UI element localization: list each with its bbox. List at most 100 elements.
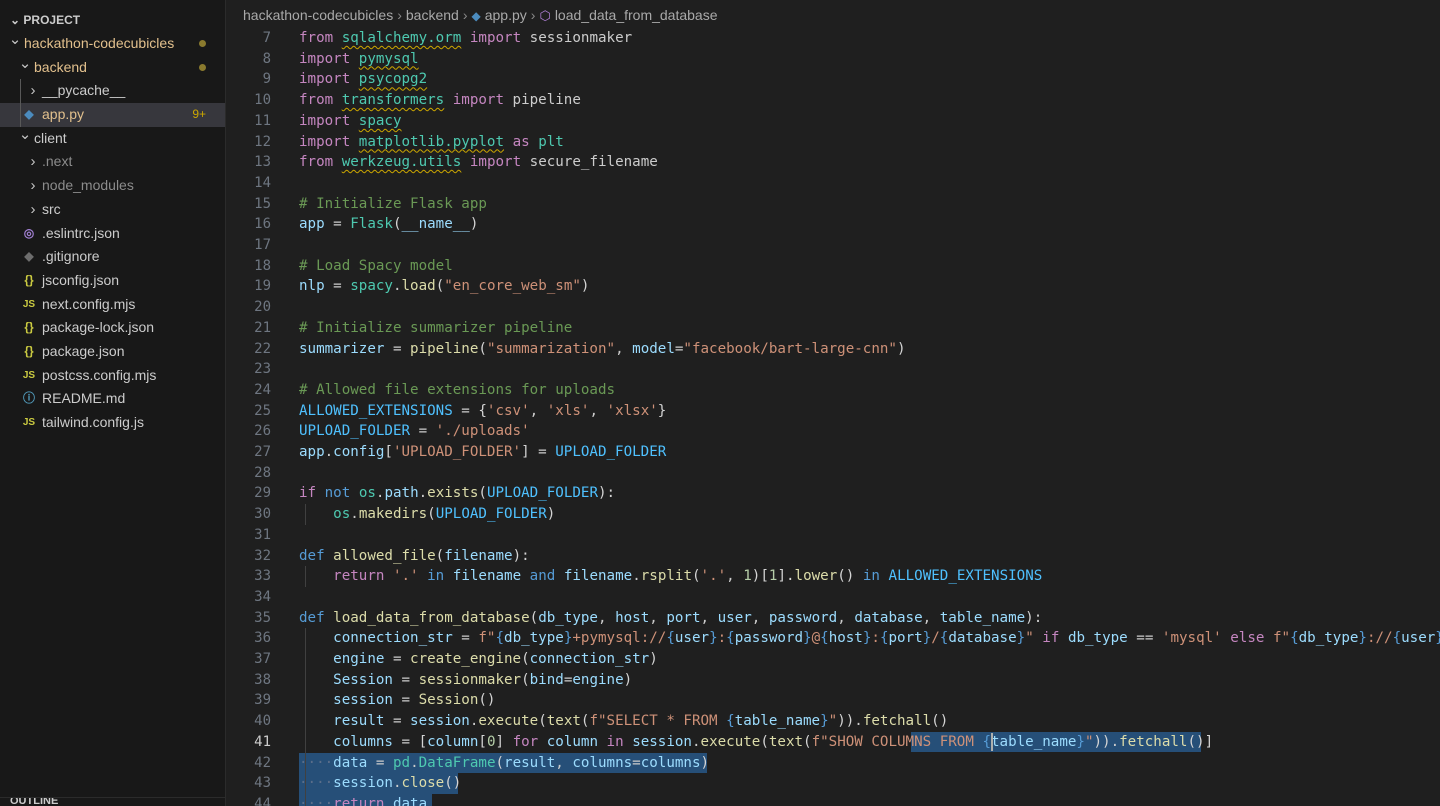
code-line[interactable]: 8 import pymysql (226, 49, 1440, 70)
tree-folder[interactable]: › node_modules (0, 174, 225, 198)
code-line[interactable]: 15 # Initialize Flask app (226, 194, 1440, 215)
code-line[interactable]: 39 session = Session() (226, 690, 1440, 711)
tree-folder[interactable]: ⌄ client (0, 126, 225, 151)
code-token: sessionmaker (418, 671, 522, 688)
code-area[interactable]: 7 from sqlalchemy.orm import sessionmaker… (226, 28, 1440, 806)
code-token: table_name (734, 713, 821, 730)
tree-folder[interactable]: › .next (0, 150, 225, 174)
outline-section-header[interactable]: OUTLINE (0, 797, 225, 806)
code-line[interactable]: 33 return '.' in filename and filename.r… (226, 566, 1440, 587)
breadcrumb-item-symbol[interactable]: ⬡ load_data_from_database (539, 0, 717, 31)
code-token: DataFrame (418, 754, 496, 771)
code-line[interactable]: 35 def load_data_from_database(db_type, h… (226, 608, 1440, 629)
code-line[interactable]: 14 (226, 173, 1440, 194)
code-line[interactable]: 12 import matplotlib.pyplot as plt (226, 132, 1440, 153)
code-token: password (734, 630, 804, 647)
chevron-right-icon: › (30, 177, 36, 195)
tree-file[interactable]: JS tailwind.config.js (0, 411, 225, 435)
code-line[interactable]: 30 os.makedirs(UPLOAD_FOLDER) (226, 504, 1440, 525)
code-line[interactable]: 26 UPLOAD_FOLDER = './uploads' (226, 421, 1440, 442)
code-token: = (384, 651, 411, 667)
code-line[interactable]: 13 from werkzeug.utils import secure_file… (226, 152, 1440, 173)
code-line[interactable]: 25 ALLOWED_EXTENSIONS = {'csv', 'xls', 'x… (226, 401, 1440, 422)
code-token: not (324, 485, 351, 502)
code-token: = (384, 713, 411, 730)
code-token: secure_filename (521, 154, 658, 171)
code-text: engine = create_engine(connection_str) (299, 649, 658, 670)
tree-file[interactable]: JS next.config.mjs (0, 293, 225, 317)
code-token: lower (794, 568, 838, 585)
code-line[interactable]: 27 app.config['UPLOAD_FOLDER'] = UPLOAD_F… (226, 442, 1440, 463)
line-number: 16 (254, 216, 271, 233)
code-text: # Allowed file extensions for uploads (299, 380, 615, 401)
code-line[interactable]: 31 (226, 525, 1440, 546)
code-token: user (1401, 630, 1436, 647)
code-line[interactable]: 16 app = Flask(__name__) (226, 214, 1440, 235)
code-line[interactable]: 32 def allowed_file(filename): (226, 546, 1440, 567)
tree-folder[interactable]: ⌄ backend (0, 55, 225, 80)
editor-pane[interactable]: hackathon-codecubicles › backend › ◆ app.py › ⬡… (226, 0, 1440, 806)
code-line[interactable]: 20 (226, 297, 1440, 318)
code-token: from (299, 154, 334, 171)
line-number: 22 (254, 340, 271, 357)
code-token: () (444, 775, 462, 792)
text-cursor (991, 733, 993, 752)
code-line[interactable]: 42 ····data = pd.DataFrame(result, column… (226, 753, 1440, 774)
code-token: fetchall (862, 713, 932, 730)
code-token: } (1016, 630, 1026, 647)
code-line[interactable]: 29 if not os.path.exists(UPLOAD_FOLDER): (226, 483, 1440, 504)
code-line[interactable]: 10 from transformers import pipeline (226, 90, 1440, 111)
code-line[interactable]: 17 (226, 235, 1440, 256)
js-icon: JS (22, 369, 36, 381)
breadcrumb-item-folder[interactable]: backend (406, 7, 459, 23)
code-line[interactable]: 18 # Load Spacy model (226, 256, 1440, 277)
code-token: column (427, 733, 479, 750)
code-line[interactable]: 28 (226, 463, 1440, 484)
tree-file[interactable]: ◆ app.py 9+ (0, 103, 225, 127)
breadcrumb-item-file[interactable]: ◆ app.py (472, 0, 527, 31)
code-line[interactable]: 34 (226, 587, 1440, 608)
tree-file[interactable]: ◆ .gitignore (0, 245, 225, 269)
code-line[interactable]: 38 Session = sessionmaker(bind=engine) (226, 670, 1440, 691)
code-line[interactable]: 43 ····session.close() (226, 773, 1440, 794)
code-line[interactable]: 21 # Initialize summarizer pipeline (226, 318, 1440, 339)
code-line[interactable]: 37 engine = create_engine(connection_str… (226, 649, 1440, 670)
tree-file[interactable]: {} jsconfig.json (0, 269, 225, 293)
tree-file[interactable]: ◎ .eslintrc.json (0, 222, 225, 246)
explorer-header[interactable]: ⌄ PROJECT (0, 10, 225, 30)
code-text: import pymysql (299, 49, 419, 70)
tree-folder[interactable]: › __pycache__ (0, 79, 225, 103)
code-line[interactable]: 24 # Allowed file extensions for uploads (226, 380, 1440, 401)
code-token: execute (700, 733, 761, 750)
tree-file[interactable]: {} package-lock.json (0, 316, 225, 340)
code-token: db_type (504, 630, 564, 647)
code-line[interactable]: 9 import psycopg2 (226, 69, 1440, 90)
tree-file[interactable]: JS postcss.config.mjs (0, 364, 225, 388)
code-line[interactable]: 7 from sqlalchemy.orm import sessionmaker (226, 28, 1440, 49)
code-line[interactable]: 41 columns = [column[0] for column in se… (226, 732, 1440, 753)
line-number: 15 (254, 195, 271, 212)
code-line[interactable]: 23 (226, 359, 1440, 380)
code-token: session (410, 713, 470, 730)
tree-folder[interactable]: ⌄ hackathon-codecubicles (0, 31, 225, 56)
tree-item-label: README.md (42, 390, 126, 407)
tree-file[interactable]: {} package.json (0, 340, 225, 364)
code-token: = (632, 754, 641, 771)
code-line[interactable]: 22 summarizer = pipeline("summarization",… (226, 339, 1440, 360)
breadcrumb-item-root[interactable]: hackathon-codecubicles (243, 7, 393, 23)
tree-file[interactable]: ⓘ README.md (0, 387, 225, 411)
code-token: from (299, 92, 334, 109)
code-line[interactable]: 11 import spacy (226, 111, 1440, 132)
tree-folder[interactable]: › src (0, 198, 225, 222)
code-token: import (452, 92, 505, 109)
code-line[interactable]: 40 result = session.execute(text(f"SELEC… (226, 711, 1440, 732)
file-tree: ⌄ hackathon-codecubicles ⌄ backend › __pycach… (0, 31, 225, 435)
line-number: 39 (254, 692, 271, 709)
code-token: :// (1366, 630, 1393, 647)
code-line[interactable]: 44 ····return data (226, 794, 1440, 806)
code-line[interactable]: 19 nlp = spacy.load("en_core_web_sm") (226, 276, 1440, 297)
code-text: return '.' in filename and filename.rspl… (299, 566, 1042, 587)
code-line[interactable]: 36 connection_str = f"{db_type}+pymysql:… (226, 628, 1440, 649)
